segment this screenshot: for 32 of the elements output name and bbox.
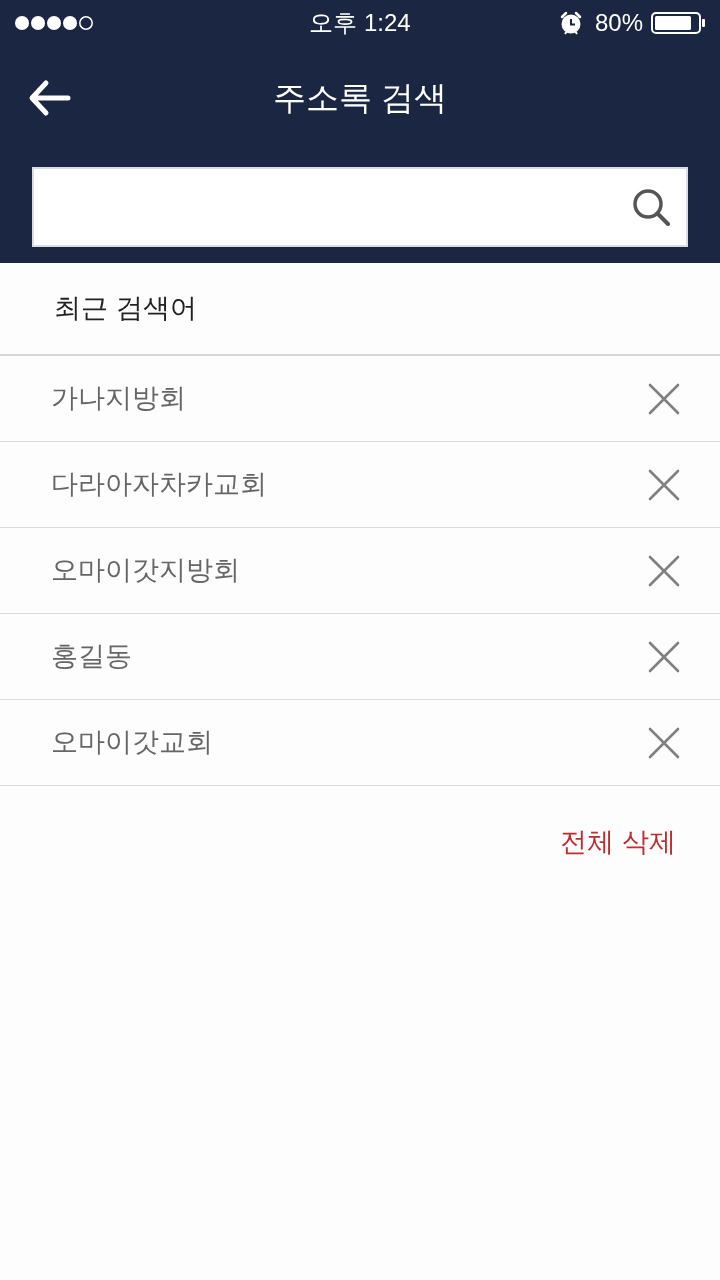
close-icon — [648, 726, 680, 759]
close-icon — [648, 468, 680, 501]
back-arrow-icon — [28, 78, 72, 118]
delete-button[interactable] — [648, 468, 680, 501]
delete-button[interactable] — [648, 554, 680, 587]
search-term: 오마이갓교회 — [51, 726, 213, 760]
recent-search-item[interactable]: 홍길동 — [0, 614, 720, 700]
battery-percent: 80% — [594, 11, 643, 35]
recent-search-item[interactable]: 오마이갓지방회 — [0, 528, 720, 614]
search-term: 홍길동 — [51, 640, 132, 674]
search-term: 다라아자차카교회 — [51, 468, 267, 502]
close-icon — [648, 382, 680, 415]
clear-all-link[interactable]: 전체 삭제 — [560, 822, 676, 863]
battery-icon — [651, 12, 706, 34]
page-title: 주소록 검색 — [272, 78, 448, 118]
search-term: 오마이갓지방회 — [51, 554, 240, 588]
back-button[interactable] — [28, 78, 72, 118]
close-icon — [648, 554, 680, 587]
alarm-icon — [558, 11, 583, 35]
section-heading: 최근 검색어 — [54, 292, 197, 326]
signal-icon — [14, 14, 94, 32]
search-field[interactable] — [32, 167, 688, 247]
close-icon — [648, 640, 680, 673]
status-time: 오후 1:24 — [309, 11, 411, 35]
search-icon[interactable] — [632, 188, 670, 226]
delete-button[interactable] — [648, 640, 680, 673]
recent-search-item[interactable]: 다라아자차카교회 — [0, 442, 720, 528]
recent-search-item[interactable]: 오마이갓교회 — [0, 700, 720, 786]
delete-button[interactable] — [648, 726, 680, 759]
search-term: 가나지방회 — [51, 382, 186, 416]
delete-button[interactable] — [648, 382, 680, 415]
recent-search-item[interactable]: 가나지방회 — [0, 356, 720, 442]
